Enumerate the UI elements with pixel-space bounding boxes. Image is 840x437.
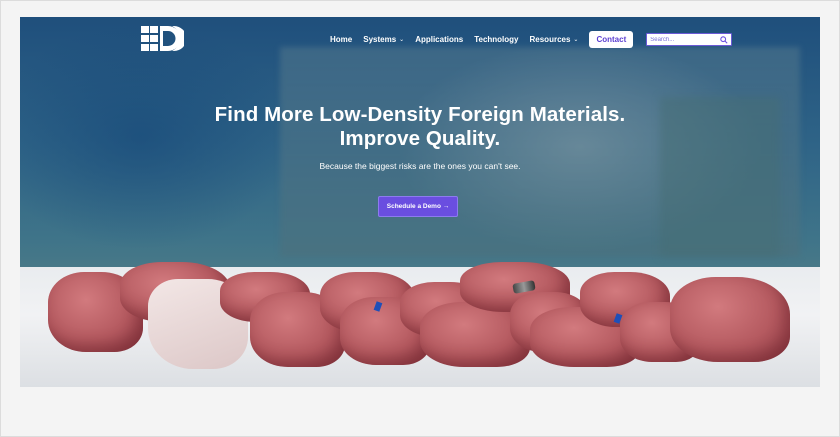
nav-menu: Home Systems ⌄ Applications Technology R…	[330, 31, 733, 48]
hero-subheadline: Because the biggest risks are the ones y…	[319, 161, 521, 171]
search-box	[646, 33, 733, 46]
nav-item-label: Home	[330, 35, 353, 44]
nav-item-label: Applications	[415, 35, 464, 44]
nav-item-applications[interactable]: Applications	[415, 35, 463, 44]
hero-headline-line1: Find More Low-Density Foreign Materials.	[214, 103, 626, 126]
hero-headline: Find More Low-Density Foreign Materials.…	[20, 103, 820, 151]
top-navigation: Home Systems ⌄ Applications Technology R…	[20, 17, 820, 63]
nav-item-systems[interactable]: Systems ⌄	[363, 35, 404, 44]
nav-item-technology[interactable]: Technology	[474, 35, 518, 44]
brand-logo[interactable]	[140, 23, 184, 55]
search-input[interactable]	[650, 36, 707, 43]
hero-headline-line2: Improve Quality.	[339, 127, 501, 150]
search-icon[interactable]	[720, 35, 728, 44]
nav-item-home[interactable]: Home	[330, 35, 352, 44]
chevron-down-icon: ⌄	[399, 37, 405, 43]
meat-piece	[670, 277, 790, 362]
nav-item-label: Technology	[474, 35, 519, 44]
contact-button[interactable]: Contact	[589, 31, 634, 48]
chevron-down-icon: ⌄	[573, 37, 579, 43]
nav-item-label: Resources	[529, 35, 571, 44]
nav-item-label: Systems	[363, 35, 397, 44]
schedule-demo-button[interactable]: Schedule a Demo →	[378, 196, 458, 217]
nav-item-resources[interactable]: Resources ⌄	[530, 35, 579, 44]
